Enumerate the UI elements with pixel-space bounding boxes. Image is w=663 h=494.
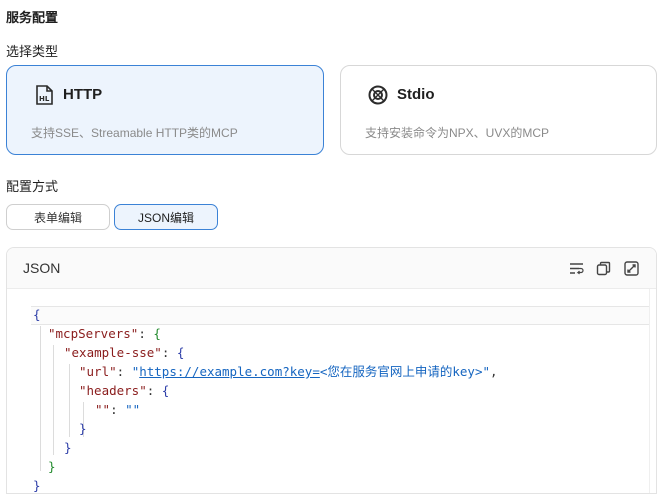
editor-title: JSON [23,260,61,276]
code-line: } [64,440,72,455]
code-line: "example-sse": { [64,345,185,360]
stdio-icon [367,84,389,106]
type-name: HTTP [63,86,103,103]
active-line [31,306,650,325]
form-edit-button[interactable]: 表单编辑 [6,204,110,230]
json-editor[interactable]: JSON { "mcpServers": {"example-sse": {… [6,247,657,494]
select-type-label: 选择类型 [6,44,59,59]
indent-guide [69,364,70,437]
http-icon: HL [33,84,55,106]
type-desc: 支持安装命令为NPX、UVX的MCP [365,126,550,140]
type-name: Stdio [397,86,435,103]
code-line: "headers": { [79,383,170,398]
editor-scrollbar[interactable] [649,289,656,493]
json-edit-button[interactable]: JSON编辑 [114,204,218,230]
config-method-label: 配置方式 [6,179,59,194]
code-line: "": "" [95,402,141,417]
copy-icon[interactable] [596,261,611,276]
editor-header: JSON [7,248,656,289]
code-line: { [33,307,41,322]
format-icon[interactable] [569,261,584,276]
type-card-stdio[interactable]: Stdio 支持安装命令为NPX、UVX的MCP [340,65,657,155]
fullscreen-icon[interactable] [624,261,639,276]
indent-guide [53,345,54,455]
type-card-http[interactable]: HL HTTP 支持SSE、Streamable HTTP类的MCP [6,65,324,155]
service-config-title: 服务配置 [6,10,59,25]
code-area[interactable]: { "mcpServers": { "example-sse": { "url"… [7,289,656,493]
indent-guide [40,326,41,471]
code-line: } [33,478,41,493]
code-line: } [48,459,56,474]
svg-text:HL: HL [39,95,50,103]
type-desc: 支持SSE、Streamable HTTP类的MCP [31,126,238,140]
code-line: "mcpServers": { [48,326,161,341]
code-line: } [79,421,87,436]
code-line: "url": "https://example.com?key=<您在服务官网上… [79,364,498,379]
